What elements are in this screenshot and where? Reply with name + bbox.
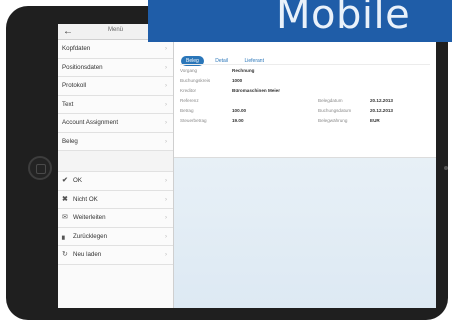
- field-label-buchungskreis: Buchungskreis: [180, 78, 211, 83]
- check-icon: ✔: [62, 177, 68, 184]
- action-label: Nicht OK: [73, 195, 98, 203]
- chevron-right-icon: ›: [165, 83, 167, 89]
- master-pane: ← Menü Kopfdaten › Positionsdaten › Protok…: [58, 24, 174, 308]
- menu-item-account-assignment[interactable]: Account Assignment ›: [58, 114, 173, 133]
- field-label-belegdatum: Belegdatum: [318, 98, 343, 103]
- chevron-right-icon: ›: [165, 252, 167, 258]
- field-value-buchungsdatum: 20.12.2013: [370, 108, 393, 113]
- menu-item-label: Text: [62, 100, 74, 108]
- chevron-right-icon: ›: [165, 233, 167, 240]
- field-label-kreditor: Kreditor: [180, 88, 197, 93]
- chevron-right-icon: ›: [165, 196, 167, 203]
- app-screen: ← Menü Kopfdaten › Positionsdaten › Protok…: [58, 24, 436, 308]
- menu-item-label: Kopfdaten: [62, 45, 91, 52]
- field-value-vorgang: Rechnung: [232, 68, 255, 73]
- tab-bar: Beleg Detail Lieferant: [181, 49, 271, 66]
- mail-icon: ✉: [62, 214, 68, 221]
- field-value-belegwaehrung: EUR: [370, 118, 380, 123]
- stage: ← Menü Kopfdaten › Positionsdaten › Protok…: [0, 0, 452, 320]
- chevron-right-icon: ›: [165, 46, 167, 52]
- home-button[interactable]: [28, 156, 52, 180]
- field-label-betrag: Betrag: [180, 108, 194, 113]
- cross-icon: ✖: [62, 195, 68, 203]
- action-label: OK: [73, 177, 82, 184]
- action-neu-laden[interactable]: ↻ Neu laden ›: [58, 246, 173, 265]
- menu-item-label: Account Assignment: [62, 119, 119, 126]
- action-label: Weiterleiten: [73, 214, 106, 221]
- field-label-referenz: Referenz: [180, 98, 199, 103]
- action-label: Neu laden: [73, 251, 102, 258]
- menu-item-protokoll[interactable]: Protokoll ›: [58, 77, 173, 96]
- field-label-vorgang: Vorgang: [180, 68, 198, 73]
- divider: [180, 64, 430, 65]
- field-value-kreditor: Büromaschinen Meier: [232, 88, 280, 93]
- reload-icon: ↻: [62, 251, 68, 258]
- field-value-belegdatum: 20.12.2013: [370, 98, 393, 103]
- mobile-banner: Mobile: [148, 0, 452, 42]
- field-label-belegwaehrung: Belegwährung: [318, 118, 348, 123]
- action-label: Zurücklegen: [73, 232, 108, 240]
- action-weiterleiten[interactable]: ✉ Weiterleiten ›: [58, 209, 173, 228]
- chevron-right-icon: ›: [165, 120, 167, 126]
- banner-text: Mobile: [276, 0, 411, 38]
- chevron-right-icon: ›: [165, 178, 167, 184]
- detail-pane: ← Beleg Detail Lieferant Vorgang Rechnun…: [174, 24, 436, 308]
- field-value-betrag: 100.00: [232, 108, 247, 113]
- chevron-right-icon: ›: [165, 138, 167, 145]
- detail-body: Beleg Detail Lieferant Vorgang Rechnung …: [174, 40, 436, 158]
- field-value-buchungskreis: 1000: [232, 78, 243, 83]
- field-value-steuerbetrag: 19.00: [232, 118, 244, 123]
- action-ok[interactable]: ✔ OK ›: [58, 172, 173, 191]
- menu-separator: [58, 151, 173, 172]
- chevron-right-icon: ›: [165, 101, 167, 108]
- tablet-frame: ← Menü Kopfdaten › Positionsdaten › Protok…: [6, 6, 448, 320]
- action-nicht-ok[interactable]: ✖ Nicht OK ›: [58, 190, 173, 209]
- menu-item-label: Protokoll: [62, 82, 87, 89]
- menu-item-kopfdaten[interactable]: Kopfdaten ›: [58, 40, 173, 59]
- chevron-right-icon: ›: [165, 215, 167, 221]
- field-label-steuerbetrag: Steuerbetrag: [180, 118, 207, 123]
- menu-item-label: Positionsdaten: [62, 63, 103, 71]
- chevron-right-icon: ›: [165, 64, 167, 71]
- camera-icon: [444, 166, 448, 170]
- bar-chart-icon: ▖: [62, 232, 68, 240]
- menu-item-beleg[interactable]: Beleg ›: [58, 132, 173, 151]
- menu-item-positionsdaten[interactable]: Positionsdaten ›: [58, 58, 173, 77]
- menu-item-label: Beleg: [62, 137, 78, 145]
- field-label-buchungsdatum: Buchungsdatum: [318, 108, 352, 113]
- menu-item-text[interactable]: Text ›: [58, 95, 173, 114]
- action-zuruecklegen[interactable]: ▖ Zurücklegen ›: [58, 227, 173, 246]
